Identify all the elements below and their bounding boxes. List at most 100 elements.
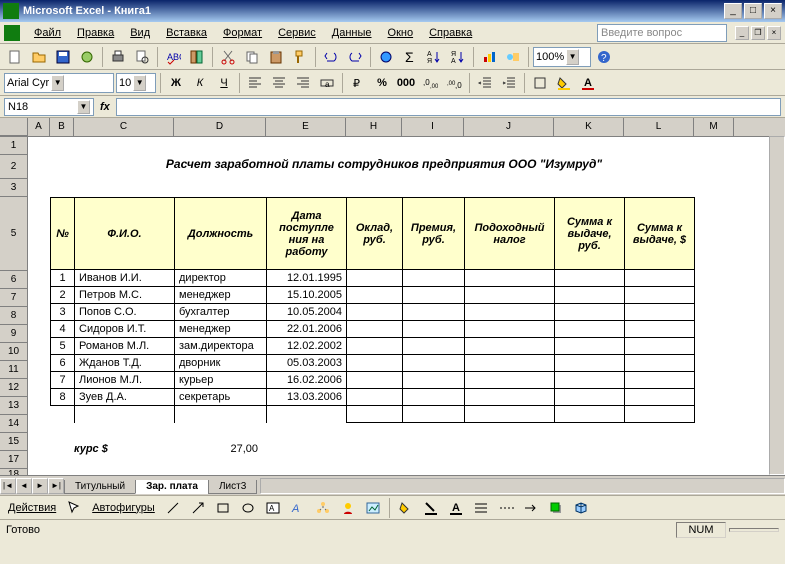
fill-color-icon[interactable] (553, 72, 575, 94)
diagram-icon[interactable] (312, 497, 334, 519)
row-header-13[interactable]: 13 (0, 397, 28, 415)
col-header-I[interactable]: I (402, 118, 464, 136)
col-header-L[interactable]: L (624, 118, 694, 136)
table-row[interactable]: 3Попов С.О.бухгалтер10.05.2004 (51, 304, 695, 321)
align-right-icon[interactable] (292, 72, 314, 94)
sheet-tab-Лист3[interactable]: Лист3 (208, 480, 257, 494)
3d-icon[interactable] (570, 497, 592, 519)
shadow-icon[interactable] (545, 497, 567, 519)
decrease-decimal-icon[interactable]: ,00,0 (443, 72, 465, 94)
row-header-2[interactable]: 2 (0, 155, 28, 179)
permission-icon[interactable] (76, 46, 98, 68)
sort-asc-icon[interactable]: АЯ (423, 46, 445, 68)
font-color-icon[interactable]: A (577, 72, 599, 94)
draw-actions-menu[interactable]: Действия (4, 502, 60, 514)
row-header-5[interactable]: 5 (0, 197, 28, 271)
increase-indent-icon[interactable] (498, 72, 520, 94)
fill-color-draw-icon[interactable] (395, 497, 417, 519)
menu-Сервис[interactable]: Сервис (270, 25, 324, 41)
sheet-tab-Зар. плата[interactable]: Зар. плата (135, 480, 209, 494)
col-header-H[interactable]: H (346, 118, 402, 136)
table-row[interactable] (51, 406, 695, 423)
cut-icon[interactable] (217, 46, 239, 68)
table-row[interactable]: 1Иванов И.И.директор12.01.1995 (51, 270, 695, 287)
col-header-A[interactable]: A (28, 118, 50, 136)
vertical-scrollbar[interactable] (769, 137, 785, 475)
table-row[interactable]: 7Лионов М.Л.курьер16.02.2006 (51, 372, 695, 389)
currency-icon[interactable]: ₽ (347, 72, 369, 94)
row-header-11[interactable]: 11 (0, 361, 28, 379)
decrease-indent-icon[interactable] (474, 72, 496, 94)
borders-icon[interactable] (529, 72, 551, 94)
comma-icon[interactable]: 000 (395, 72, 417, 94)
help-input[interactable] (597, 24, 727, 42)
col-header-K[interactable]: K (554, 118, 624, 136)
tab-last-icon[interactable]: ►| (48, 478, 64, 494)
tab-first-icon[interactable]: |◄ (0, 478, 16, 494)
row-header-12[interactable]: 12 (0, 379, 28, 397)
line-color-icon[interactable] (420, 497, 442, 519)
col-header-J[interactable]: J (464, 118, 554, 136)
worksheet-grid[interactable]: ABCDEHIJKLM 123567891011121314151718 Рас… (0, 118, 785, 475)
research-icon[interactable] (186, 46, 208, 68)
increase-decimal-icon[interactable]: ,0,00 (419, 72, 441, 94)
row-header-14[interactable]: 14 (0, 415, 28, 433)
bold-icon[interactable]: Ж (165, 72, 187, 94)
sort-desc-icon[interactable]: ЯА (447, 46, 469, 68)
drawing-toggle-icon[interactable] (502, 46, 524, 68)
name-box[interactable]: N18▼ (4, 98, 94, 116)
menu-Формат[interactable]: Формат (215, 25, 270, 41)
row-header-6[interactable]: 6 (0, 271, 28, 289)
row-header-1[interactable]: 1 (0, 137, 28, 155)
rectangle-icon[interactable] (212, 497, 234, 519)
zoom-combo[interactable]: 100%▼ (533, 47, 591, 67)
insert-picture-icon[interactable] (362, 497, 384, 519)
row-header-7[interactable]: 7 (0, 289, 28, 307)
chevron-down-icon[interactable]: ▼ (566, 49, 579, 65)
format-painter-icon[interactable] (289, 46, 311, 68)
row-header-9[interactable]: 9 (0, 325, 28, 343)
autosum-icon[interactable]: Σ (399, 46, 421, 68)
menu-Вставка[interactable]: Вставка (158, 25, 215, 41)
dash-style-icon[interactable] (495, 497, 517, 519)
col-header-B[interactable]: B (50, 118, 74, 136)
print-preview-icon[interactable] (131, 46, 153, 68)
row-header-18[interactable]: 18 (0, 469, 28, 475)
menu-Вид[interactable]: Вид (122, 25, 158, 41)
hyperlink-icon[interactable] (375, 46, 397, 68)
menu-Данные[interactable]: Данные (324, 25, 380, 41)
font-size-combo[interactable]: 10▼ (116, 73, 156, 93)
line-icon[interactable] (162, 497, 184, 519)
open-icon[interactable] (28, 46, 50, 68)
row-header-8[interactable]: 8 (0, 307, 28, 325)
col-header-C[interactable]: C (74, 118, 174, 136)
textbox-icon[interactable]: A (262, 497, 284, 519)
help-search[interactable] (597, 24, 727, 42)
mdi-minimize-button[interactable]: _ (735, 26, 749, 40)
col-header-D[interactable]: D (174, 118, 266, 136)
table-row[interactable]: 5Романов М.Л.зам.директора12.02.2002 (51, 338, 695, 355)
row-header-10[interactable]: 10 (0, 343, 28, 361)
table-row[interactable]: 6Жданов Т.Д.дворник05.03.2003 (51, 355, 695, 372)
save-icon[interactable] (52, 46, 74, 68)
horizontal-scrollbar[interactable] (260, 478, 785, 494)
menu-Окно[interactable]: Окно (380, 25, 422, 41)
underline-icon[interactable]: Ч (213, 72, 235, 94)
oval-icon[interactable] (237, 497, 259, 519)
row-header-15[interactable]: 15 (0, 433, 28, 451)
chart-wizard-icon[interactable] (478, 46, 500, 68)
formula-input[interactable] (116, 98, 781, 116)
menu-Правка[interactable]: Правка (69, 25, 122, 41)
align-center-icon[interactable] (268, 72, 290, 94)
help-icon[interactable]: ? (593, 46, 615, 68)
line-style-icon[interactable] (470, 497, 492, 519)
undo-icon[interactable] (320, 46, 342, 68)
select-all-corner[interactable] (0, 118, 28, 136)
font-color-draw-icon[interactable]: A (445, 497, 467, 519)
menu-Файл[interactable]: Файл (26, 25, 69, 41)
spelling-icon[interactable]: ABC (162, 46, 184, 68)
paste-icon[interactable] (265, 46, 287, 68)
italic-icon[interactable]: К (189, 72, 211, 94)
chevron-down-icon[interactable]: ▼ (133, 75, 146, 91)
maximize-button[interactable]: □ (744, 3, 762, 19)
